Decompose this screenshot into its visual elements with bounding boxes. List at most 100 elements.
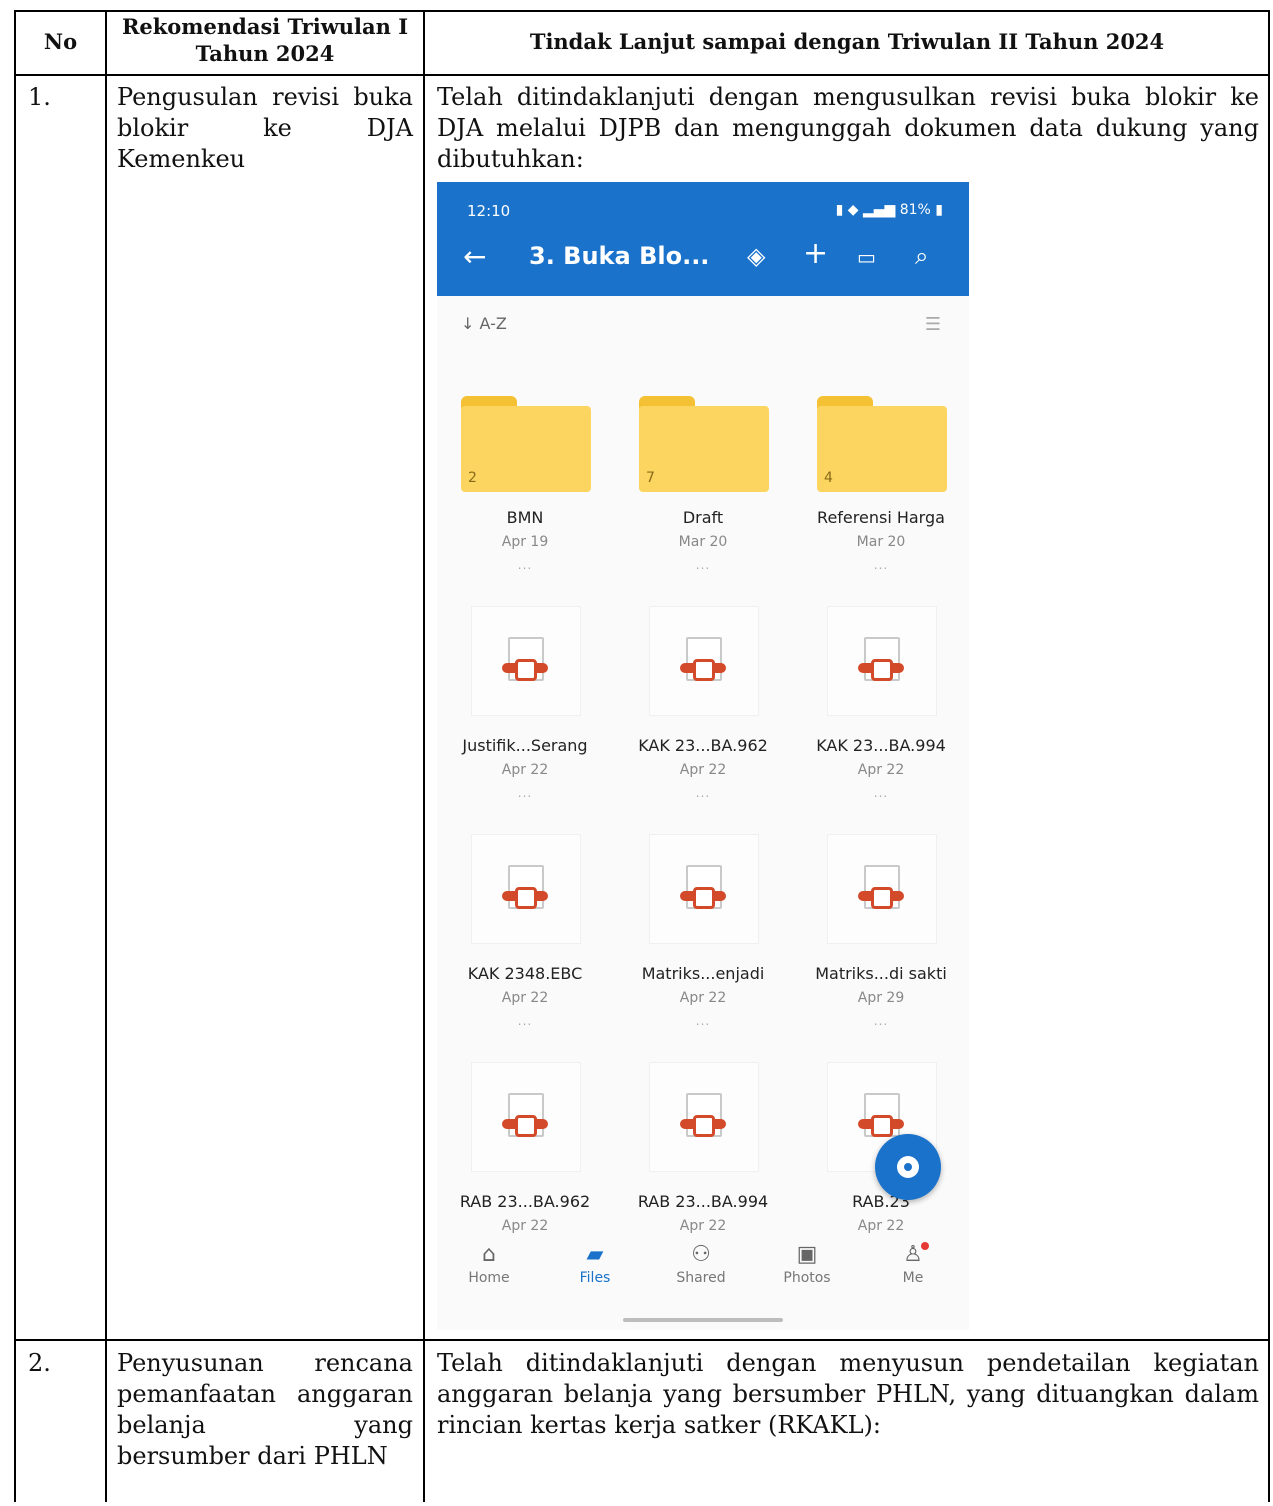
nav-label: Me	[902, 1270, 924, 1286]
recommendation-text: Penyusunan rencana pemanfaatan anggaran …	[117, 1348, 413, 1472]
add-icon[interactable]: +	[803, 236, 828, 271]
folder-item[interactable]: 7	[639, 396, 769, 492]
table-border-top	[14, 10, 1270, 12]
file-thumbnail-icon[interactable]	[471, 606, 581, 716]
app-bar: 12:10 ▮ ◆ ▂▄▆ 81% ▮ ← 3. Buka Blo... ◈ +…	[437, 182, 969, 296]
person-icon: ♙	[903, 1242, 923, 1267]
header-tindak-lanjut: Tindak Lanjut sampai dengan Triwulan II …	[529, 29, 1165, 54]
recommendation-text: Pengusulan revisi buka blokir ke DJA Kem…	[117, 82, 413, 175]
sort-label: A-Z	[479, 314, 507, 333]
more-options-icon[interactable]: ...	[615, 558, 791, 572]
premium-diamond-icon[interactable]: ◈	[747, 242, 765, 270]
folder-item[interactable]: 4	[817, 396, 947, 492]
file-date: Apr 22	[679, 990, 727, 1006]
file-name[interactable]: RAB 23...BA.994	[615, 1192, 791, 1211]
header-no: No	[43, 29, 78, 54]
file-date: Apr 22	[679, 762, 727, 778]
text-line: pemanfaatan anggaran	[117, 1380, 413, 1408]
home-indicator	[623, 1318, 783, 1322]
folder-date: Mar 20	[678, 534, 728, 550]
more-options-icon[interactable]: ...	[793, 558, 969, 572]
sort-control[interactable]: ↓ A-Z	[461, 314, 507, 333]
file-date: Apr 22	[857, 1218, 905, 1234]
folder-count: 7	[646, 470, 655, 486]
folder-item[interactable]: 2	[461, 396, 591, 492]
search-icon[interactable]: ⌕	[915, 242, 928, 270]
file-date: Apr 22	[501, 1218, 549, 1234]
text-line: Pengusulan revisi buka	[117, 83, 413, 111]
file-name[interactable]: KAK 2348.EBC	[437, 964, 613, 983]
table-column-divider	[423, 10, 425, 1502]
file-name[interactable]: Matriks...enjadi	[615, 964, 791, 983]
folder-date: Mar 20	[856, 534, 906, 550]
more-options-icon[interactable]: ...	[437, 558, 613, 572]
follow-up-text: Telah ditindaklanjuti dengan menyusun pe…	[437, 1348, 1259, 1441]
file-thumbnail-icon[interactable]	[649, 834, 759, 944]
folder-date: Apr 19	[501, 534, 549, 550]
nav-home[interactable]: ⌂ Home	[449, 1242, 529, 1286]
header-divider	[14, 74, 1270, 76]
table-column-divider	[105, 10, 107, 1502]
nav-label: Shared	[676, 1270, 726, 1286]
nav-photos[interactable]: ▣ Photos	[767, 1242, 847, 1286]
nav-label: Home	[468, 1270, 510, 1286]
nav-shared[interactable]: ⚇ Shared	[661, 1242, 741, 1286]
file-thumbnail-icon[interactable]	[471, 834, 581, 944]
nav-me[interactable]: ♙ Me	[873, 1242, 953, 1286]
file-date: Apr 22	[679, 1218, 727, 1234]
text-line: belanja yang	[117, 1411, 413, 1439]
file-name[interactable]: KAK 23...BA.962	[615, 736, 791, 755]
file-thumbnail-icon[interactable]	[471, 1062, 581, 1172]
camera-button[interactable]	[875, 1134, 941, 1200]
row-divider	[14, 1339, 1270, 1341]
status-battery: ▮ ◆ ▂▄▆ 81% ▮	[835, 202, 943, 218]
file-thumbnail-icon[interactable]	[827, 834, 937, 944]
file-name[interactable]: RAB.23	[793, 1192, 969, 1211]
table-border-right	[1268, 10, 1270, 1502]
text-line: Penyusunan rencana	[117, 1349, 413, 1377]
header-rekomendasi: Rekomendasi Triwulan I Tahun 2024	[121, 14, 409, 66]
folder-count: 2	[468, 470, 477, 486]
cast-icon[interactable]: ▭	[857, 245, 876, 269]
home-icon: ⌂	[482, 1242, 496, 1267]
text-line: Kemenkeu	[117, 145, 246, 173]
people-icon: ⚇	[691, 1242, 711, 1267]
back-arrow-icon[interactable]: ←	[463, 240, 486, 273]
file-name[interactable]: KAK 23...BA.994	[793, 736, 969, 755]
file-thumbnail-icon[interactable]	[649, 1062, 759, 1172]
photo-icon: ▣	[796, 1242, 818, 1267]
text-line: dibutuhkan:	[437, 145, 584, 173]
battery-level: 81%	[899, 202, 931, 218]
file-name[interactable]: Matriks...di sakti	[793, 964, 969, 983]
file-name[interactable]: Justifik...Serang	[437, 736, 613, 755]
more-options-icon[interactable]: ...	[793, 1014, 969, 1028]
nav-label: Files	[579, 1270, 611, 1286]
phone-screenshot: 12:10 ▮ ◆ ▂▄▆ 81% ▮ ← 3. Buka Blo... ◈ +…	[437, 182, 969, 1330]
file-date: Apr 29	[857, 990, 905, 1006]
more-options-icon[interactable]: ...	[793, 786, 969, 800]
text-line: blokir ke DJA	[117, 114, 413, 142]
file-thumbnail-icon[interactable]	[649, 606, 759, 716]
row-number: 2.	[28, 1349, 51, 1377]
follow-up-text: Telah ditindaklanjuti dengan mengusulkan…	[437, 82, 1259, 175]
text-line: rincian kertas kerja satker (RKAKL):	[437, 1411, 881, 1439]
file-thumbnail-icon[interactable]	[827, 606, 937, 716]
more-options-icon[interactable]: ...	[615, 786, 791, 800]
folder-name[interactable]: Draft	[615, 508, 791, 527]
more-options-icon[interactable]: ...	[615, 1014, 791, 1028]
row-number: 1.	[28, 83, 51, 111]
file-date: Apr 22	[501, 762, 549, 778]
folder-name[interactable]: Referensi Harga	[793, 508, 969, 527]
text-line: anggaran belanja yang bersumber PHLN, ya…	[437, 1380, 1259, 1408]
folder-name[interactable]: BMN	[437, 508, 613, 527]
more-options-icon[interactable]: ...	[437, 786, 613, 800]
file-name[interactable]: RAB 23...BA.962	[437, 1192, 613, 1211]
text-line: Telah ditindaklanjuti dengan mengusulkan…	[437, 83, 1259, 111]
status-time: 12:10	[467, 202, 511, 220]
nav-label: Photos	[783, 1270, 831, 1286]
notification-dot	[921, 1242, 929, 1250]
text-line: DJA melalui DJPB dan mengunggah dokumen …	[437, 114, 1259, 142]
list-view-icon[interactable]: ☰	[925, 314, 941, 335]
nav-files[interactable]: ▰ Files	[555, 1242, 635, 1286]
more-options-icon[interactable]: ...	[437, 1014, 613, 1028]
